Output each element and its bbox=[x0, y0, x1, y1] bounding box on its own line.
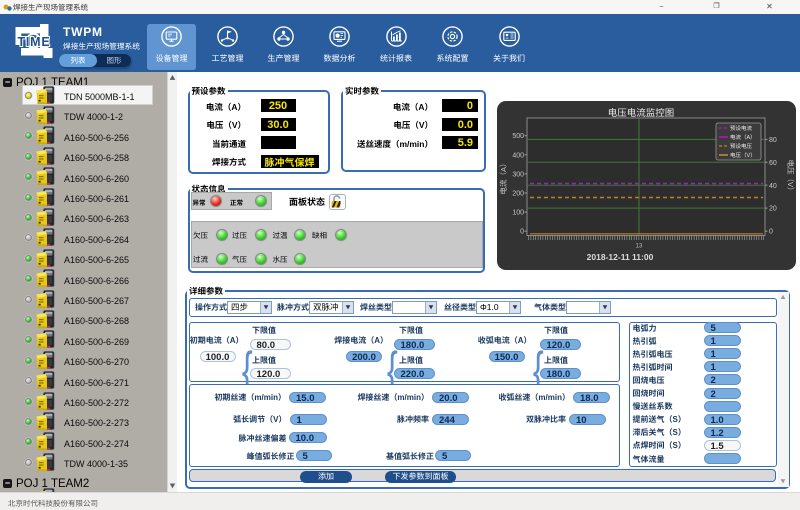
svg-text:100: 100 bbox=[512, 208, 524, 218]
svg-text:500: 500 bbox=[512, 131, 524, 141]
svg-text:0: 0 bbox=[769, 227, 773, 237]
svg-text:80: 80 bbox=[769, 135, 777, 145]
svg-text:60: 60 bbox=[769, 158, 777, 168]
svg-text:预设电压: 预设电压 bbox=[730, 142, 753, 150]
svg-text:电压（V）: 电压（V） bbox=[785, 159, 796, 194]
svg-text:400: 400 bbox=[512, 150, 524, 160]
svg-text:电压电流监控图: 电压电流监控图 bbox=[608, 105, 675, 119]
svg-text:2018-12-11 11:00: 2018-12-11 11:00 bbox=[587, 251, 654, 263]
svg-text:电流（A）: 电流（A） bbox=[498, 159, 509, 194]
svg-text:预设电流: 预设电流 bbox=[730, 124, 753, 132]
svg-text:0: 0 bbox=[520, 227, 524, 237]
svg-text:电流（A）: 电流（A） bbox=[730, 133, 756, 141]
svg-text:13: 13 bbox=[636, 241, 643, 250]
svg-text:电压（V）: 电压（V） bbox=[730, 151, 756, 159]
svg-text:40: 40 bbox=[769, 181, 777, 191]
svg-text:200: 200 bbox=[512, 189, 524, 199]
svg-text:300: 300 bbox=[512, 169, 524, 179]
svg-text:20: 20 bbox=[769, 204, 777, 214]
svg-text:TIME: TIME bbox=[17, 31, 50, 50]
